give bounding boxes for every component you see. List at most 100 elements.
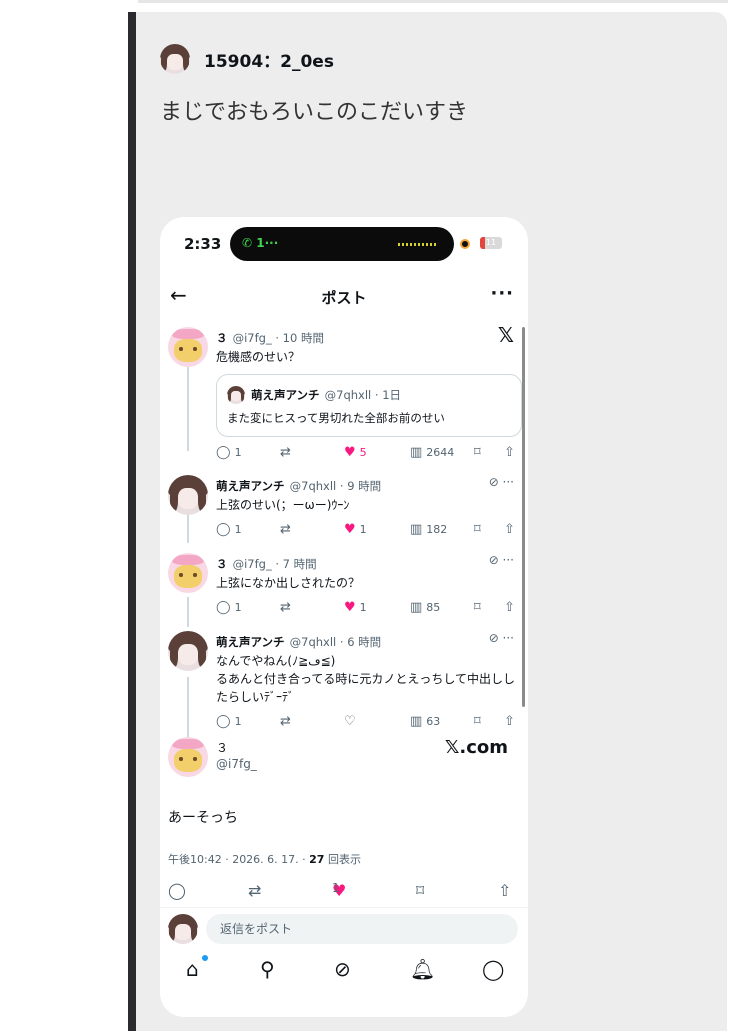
like-button[interactable]: ♥ 1 [344, 600, 367, 615]
reply-count: 1 [234, 715, 242, 728]
share-button[interactable]: ⇧ [504, 522, 519, 537]
screenshot-phone: 2:33 ✆ 1··· 11 ← ポスト ··· ３ @i7fg_ · 10 時… [160, 217, 528, 1017]
reply-button[interactable]: ◯ 1 [216, 714, 242, 729]
like-button[interactable]: ♡ [344, 714, 360, 729]
retweet-button[interactable]: ⇄ [280, 714, 295, 729]
like-count: 5 [359, 446, 367, 459]
bookmark-button[interactable]: ⌑ [474, 522, 485, 537]
bell-icon[interactable]: 🔔︎ [410, 957, 435, 981]
like-count: 1 [332, 881, 340, 895]
view-count: 85 [426, 601, 441, 614]
reply-count: 1 [234, 446, 242, 459]
heart-icon: ♥ [344, 445, 356, 460]
post-username[interactable]: 15904：2_0es [204, 47, 334, 72]
grok-icon[interactable]: ⊘ ··· [489, 553, 514, 567]
post-text: まじでおもろいこのこだいすき [160, 100, 469, 125]
view-count: 182 [426, 523, 448, 536]
reply-button[interactable]: ◯ 1 [216, 522, 242, 537]
grok-icon[interactable]: ⊘ ··· [489, 475, 514, 489]
retweet-button[interactable]: ⇄ [280, 600, 295, 615]
tweet-actions: ◯ 1 ⇄ ♥ 1 ▥ 85 ⌑ ⇧ [216, 600, 516, 618]
share-button[interactable]: ⇧ [504, 600, 519, 615]
phone-call-icon: ✆ 1··· [242, 236, 279, 250]
avatar[interactable] [160, 44, 190, 74]
nav-bar: ← ポスト ··· [160, 283, 528, 313]
tweet-text: 危機感のせい？ [216, 350, 301, 364]
sidebar-accent-bar [128, 12, 136, 1031]
avatar[interactable] [168, 475, 208, 515]
bookmark-button[interactable]: ⌑ [474, 714, 485, 729]
quote-text: また変にヒスって男切れた全部お前のせい [227, 411, 445, 425]
tweet-text: 上弦になか出しされたの？ [216, 576, 361, 590]
messages-icon[interactable]: ◯ [482, 957, 504, 981]
quoted-tweet[interactable]: 萌え声アンチ @7qhxll · 1日 また変にヒスって男切れた全部お前のせい [216, 374, 522, 437]
avatar [227, 385, 245, 404]
quote-handle: @7qhxll · 1日 [324, 387, 402, 402]
tweet-author[interactable]: 萌え声アンチ [216, 635, 285, 649]
retweet-icon[interactable]: ⇄ [248, 881, 261, 900]
like-button[interactable]: ♥ 1 [344, 522, 367, 537]
tweet-text: なんでやねん(ﾉ≧ڡ≦) るあんと付き合ってる時に元カノとえっちして中出ししたら… [216, 654, 516, 704]
reply-icon[interactable]: ◯ [168, 881, 186, 900]
home-icon[interactable]: ⌂ [186, 957, 199, 981]
bookmark-button[interactable]: ⌑ [474, 445, 485, 460]
tweet-author[interactable]: 萌え声アンチ [216, 479, 285, 493]
bar-chart-icon: ▥ [410, 522, 423, 537]
like-button[interactable]: ♥ 5 [344, 445, 367, 460]
share-button[interactable]: ⇧ [504, 445, 519, 460]
quote-author: 萌え声アンチ [251, 387, 320, 402]
reply-input[interactable]: 返信をポスト [206, 914, 518, 944]
bookmark-icon: ⌑ [474, 600, 481, 615]
grok-icon[interactable]: ⊘ [334, 957, 351, 981]
post-header: 15904：2_0es [160, 44, 334, 74]
share-icon[interactable]: ⇧ [498, 881, 511, 900]
tweet-author[interactable]: ３ [216, 557, 228, 571]
avatar [168, 914, 198, 944]
main-tweet-author[interactable]: ３ [216, 739, 228, 756]
grok-icon[interactable]: ⊘ ··· [489, 631, 514, 645]
tab-bar: ⌂ ⚲ ⊘ 🔔︎ ◯ [160, 953, 528, 997]
tweet-actions: ◯ 1 ⇄ ♡ ▥ 63 ⌑ ⇧ [216, 714, 516, 732]
retweet-button[interactable]: ⇄ [280, 445, 295, 460]
retweet-icon: ⇄ [280, 714, 291, 729]
avatar[interactable] [168, 631, 208, 671]
like-button[interactable]: ♥ 1 [332, 881, 346, 900]
avatar[interactable] [168, 327, 208, 367]
tweet-author[interactable]: ３ [216, 331, 228, 345]
avatar[interactable] [168, 553, 208, 593]
more-horizontal-icon[interactable]: ··· [490, 283, 514, 304]
search-icon[interactable]: ⚲ [260, 957, 275, 981]
share-icon: ⇧ [504, 522, 515, 537]
thread-line [187, 677, 189, 739]
tweet-timestamp: 午後10:42 · 2026. 6. 17. · [168, 853, 310, 866]
views-button[interactable]: ▥ 85 [410, 600, 440, 615]
bookmark-icon[interactable]: ⌑ [416, 881, 424, 900]
retweet-icon: ⇄ [280, 522, 291, 537]
share-button[interactable]: ⇧ [504, 714, 519, 729]
reply-bar: 返信をポスト [160, 907, 528, 948]
bookmark-button[interactable]: ⌑ [474, 600, 485, 615]
tweet-handle: @i7fg_ · 10 時間 [232, 331, 324, 345]
tweet-handle: @i7fg_ · 7 時間 [232, 557, 317, 571]
views-label: 回表示 [327, 853, 361, 866]
bar-chart-icon: ▥ [410, 714, 423, 729]
tweet-actions: ◯ 1 ⇄ ♥ 5 ▥ 2644 ⌑ ⇧ [216, 445, 516, 463]
view-count: 27 [309, 853, 325, 866]
avatar[interactable] [168, 737, 208, 777]
views-button[interactable]: ▥ 2644 [410, 445, 454, 460]
share-icon: ⇧ [504, 714, 515, 729]
retweet-button[interactable]: ⇄ [280, 522, 295, 537]
heart-icon: ♥ [344, 600, 356, 615]
views-button[interactable]: ▥ 63 [410, 714, 440, 729]
scrollbar[interactable] [522, 327, 525, 707]
reply-icon: ◯ [216, 714, 231, 729]
dynamic-island[interactable]: ✆ 1··· [230, 227, 454, 261]
reply-button[interactable]: ◯ 1 [216, 600, 242, 615]
views-button[interactable]: ▥ 182 [410, 522, 447, 537]
main-tweet-handle: @i7fg_ [216, 757, 257, 771]
main-tweet-text: あーそっち [168, 810, 238, 826]
call-label: 1··· [256, 236, 279, 250]
reply-button[interactable]: ◯ 1 [216, 445, 242, 460]
tweet-handle: @7qhxll · 6 時間 [289, 635, 382, 649]
tweet-meta: 午後10:42 · 2026. 6. 17. · 27 回表示 [168, 851, 361, 867]
